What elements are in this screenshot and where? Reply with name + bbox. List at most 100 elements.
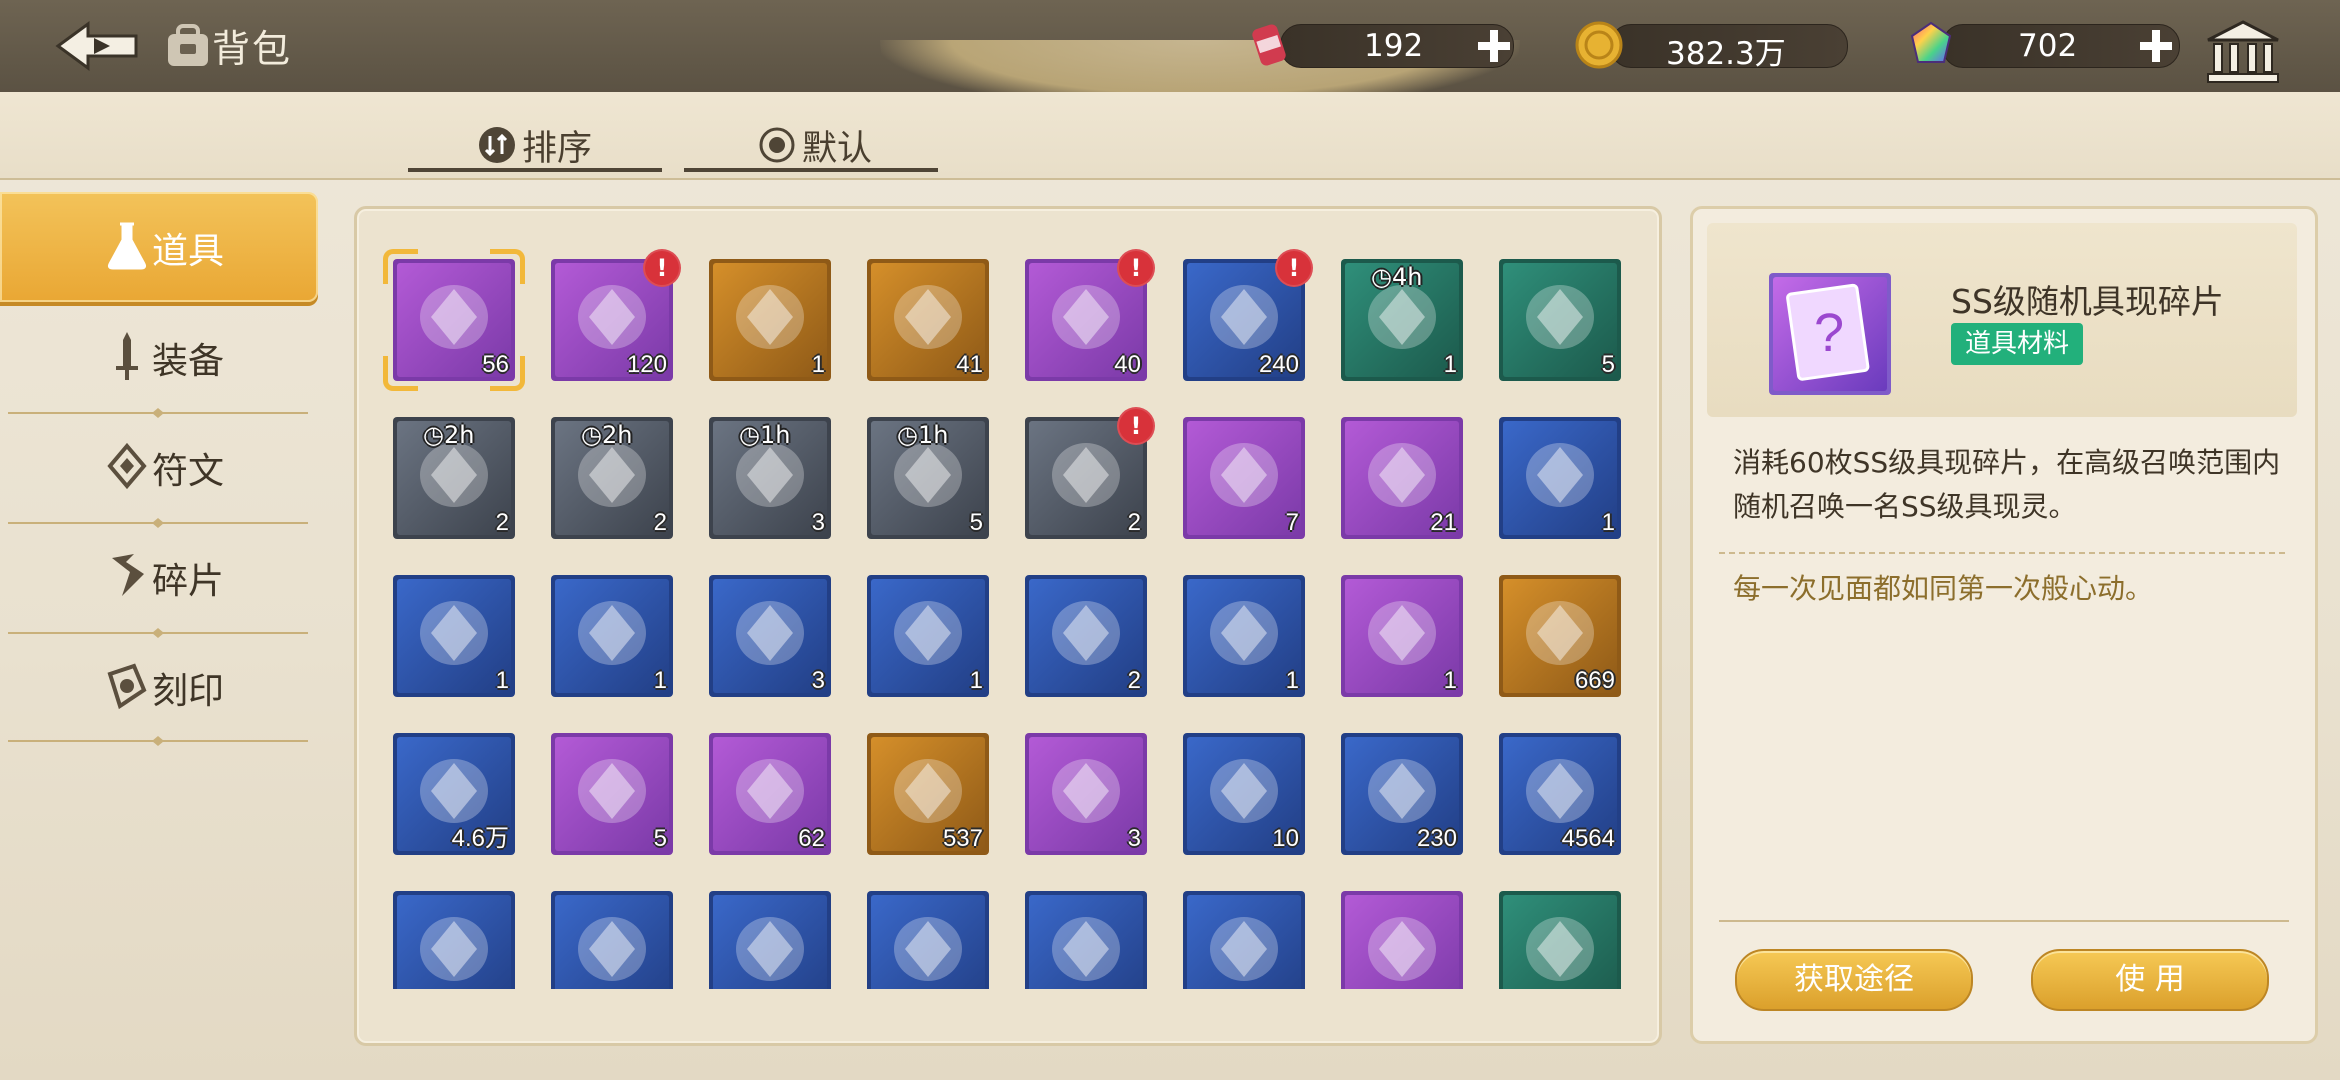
inventory-slot[interactable]: 240! (1183, 249, 1313, 381)
inventory-slot[interactable] (709, 891, 831, 989)
inventory-slot[interactable]: 1 (1499, 417, 1621, 539)
shard-icon (112, 554, 144, 596)
inventory-slot[interactable] (1341, 891, 1463, 989)
slot-quantity: 1 (653, 667, 667, 694)
nav-label: 符文 (152, 451, 225, 492)
inventory-slot[interactable]: 41 (867, 259, 989, 381)
sort-icon (479, 127, 515, 163)
flask-icon (107, 222, 147, 270)
inventory-slot[interactable] (551, 891, 673, 989)
seal-icon (107, 663, 147, 710)
can-icon (1252, 24, 1286, 66)
slot-timer: ◷1h (897, 421, 949, 449)
inventory-slot[interactable]: 2! (1025, 407, 1155, 539)
inventory-slot[interactable] (1499, 891, 1621, 989)
inventory-slot[interactable]: 1 (867, 575, 989, 697)
nav-label: 道具 (152, 231, 225, 272)
resource-value: 192 (1364, 28, 1424, 64)
inventory-slot[interactable]: 1 (709, 259, 831, 381)
nav-item-seals[interactable]: 刻印 (0, 632, 318, 742)
obtain-source-button[interactable]: 获取途径 (1735, 949, 1973, 1011)
inventory-slot[interactable]: 5 (551, 733, 673, 855)
slot-quantity: 3 (811, 667, 825, 694)
slot-quantity: 1 (1443, 667, 1457, 694)
alert-badge-icon: ! (1117, 407, 1155, 445)
inventory-slot[interactable]: ◷1h 5 (867, 417, 989, 539)
item-name: SS级随机具现碎片 (1951, 282, 2224, 321)
inventory-slot[interactable]: 56 (383, 249, 525, 391)
inventory-slot[interactable]: 10 (1183, 733, 1305, 855)
inventory-slot[interactable]: ◷2h 2 (393, 417, 515, 539)
bronze-key-icon (1526, 917, 1594, 981)
silver-coin-icon (1210, 917, 1278, 981)
detail-divider (1719, 552, 2289, 554)
selection-bracket (383, 249, 418, 284)
use-button[interactable]: 使 用 (2031, 949, 2269, 1011)
slot-quantity: 5 (1601, 351, 1615, 378)
alert-badge-icon: ! (1275, 249, 1313, 287)
sort-order-button[interactable]: 排序 (408, 120, 662, 172)
inventory-slot[interactable]: 5 (1499, 259, 1621, 381)
inventory-slot[interactable]: 537 (867, 733, 989, 855)
inventory-slot[interactable]: ◷4h 1 (1341, 259, 1463, 381)
item-category-tag: 道具材料 (1951, 323, 2084, 365)
nav-item-runes[interactable]: 符文 (0, 412, 318, 522)
rune-icon (107, 442, 147, 490)
item-detail-panel: ? SS级随机具现碎片 道具材料 消耗60枚SS级具现碎片，在高级召唤范围内随机… (1690, 206, 2318, 1044)
inventory-panel: 56 120! 1 41 40! 240! ◷4h 1 5 ◷2h 2 ◷2h 2 ◷1h 3 ◷1h 5 2! 7… (354, 206, 1662, 1046)
slot-quantity: 240 (1258, 351, 1299, 378)
sort-default-button[interactable]: 默认 (684, 120, 938, 172)
gem-icon (1910, 21, 1952, 63)
slot-quantity: 1 (1285, 667, 1299, 694)
inventory-slot[interactable]: 4564 (1499, 733, 1621, 855)
inventory-slot[interactable]: 4.6万 (393, 733, 515, 855)
nav-label: 装备 (152, 341, 225, 382)
sword-icon (116, 332, 138, 380)
inventory-slot[interactable] (1025, 891, 1147, 989)
nav-label: 碎片 (152, 561, 225, 602)
inventory-slot[interactable] (867, 891, 989, 989)
inventory-slot[interactable]: 1 (551, 575, 673, 697)
inventory-slot[interactable]: ◷1h 3 (709, 417, 831, 539)
bank-icon[interactable] (2204, 18, 2282, 84)
inventory-grid[interactable]: 56 120! 1 41 40! 240! ◷4h 1 5 ◷2h 2 ◷2h 2 ◷1h 3 ◷1h 5 2! 7… (357, 209, 1659, 989)
inventory-slot[interactable]: ◷2h 2 (551, 417, 673, 539)
slot-quantity: 62 (798, 825, 825, 852)
resource-value: 382.3万 (1666, 36, 1786, 72)
nav-item-props[interactable]: 道具 (0, 192, 318, 302)
slot-quantity: 4.6万 (451, 825, 509, 852)
inventory-slot[interactable]: 3 (709, 575, 831, 697)
inventory-slot[interactable]: 3 (1025, 733, 1147, 855)
page-title: 背包 (212, 27, 293, 71)
add-energy-button[interactable] (1476, 28, 1512, 64)
inventory-slot[interactable] (1183, 891, 1305, 989)
slot-quantity: 40 (1114, 351, 1141, 378)
selection-bracket (383, 356, 418, 391)
nav-item-equipment[interactable]: 装备 (0, 302, 318, 412)
inventory-slot[interactable]: 1 (393, 575, 515, 697)
slot-timer: ◷2h (423, 421, 475, 449)
inventory-slot[interactable]: 21 (1341, 417, 1463, 539)
inventory-slot[interactable]: 669 (1499, 575, 1621, 697)
inventory-slot[interactable]: 7 (1183, 417, 1305, 539)
slot-quantity: 1 (969, 667, 983, 694)
inventory-slot[interactable]: 230 (1341, 733, 1463, 855)
slot-quantity: 120 (626, 351, 667, 378)
slot-quantity: 2 (495, 509, 509, 536)
nav-item-fragments[interactable]: 碎片 (0, 522, 318, 632)
inventory-slot[interactable]: 1 (1183, 575, 1305, 697)
inventory-slot[interactable]: 40! (1025, 249, 1155, 381)
add-gem-button[interactable] (2138, 28, 2174, 64)
key-icon (736, 917, 804, 981)
magic-amulet-icon (1052, 917, 1120, 981)
radio-icon (759, 127, 795, 163)
inventory-slot[interactable] (393, 891, 515, 989)
inventory-slot[interactable]: 120! (551, 249, 681, 381)
alert-badge-icon: ! (643, 249, 681, 287)
back-arrow-icon[interactable] (54, 20, 144, 72)
slot-quantity: 1 (1601, 509, 1615, 536)
inventory-slot[interactable]: 1 (1341, 575, 1463, 697)
inventory-slot[interactable]: 62 (709, 733, 831, 855)
inventory-slot[interactable]: 2 (1025, 575, 1147, 697)
slot-quantity: 2 (1127, 509, 1141, 536)
